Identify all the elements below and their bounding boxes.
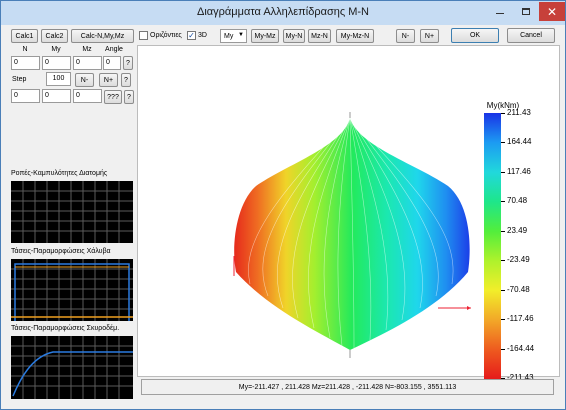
moment-curvature-title: Ροπές-Καμπυλότητες Διατομής xyxy=(11,170,108,177)
steel-stress-strain-title: Τάσεις-Παραμορφώσεις Χάλυβα xyxy=(11,248,111,255)
steel-stress-strain-curve xyxy=(11,259,133,321)
angle-header: Angle xyxy=(105,46,123,53)
ok-button[interactable]: OK xyxy=(451,28,499,43)
input-help-button[interactable]: ? xyxy=(123,56,133,70)
view-my-mz-button[interactable]: My-Mz xyxy=(251,29,279,43)
colorbar-tick xyxy=(501,348,505,350)
step-input[interactable]: 100 xyxy=(46,72,71,86)
angle-input[interactable]: 0 xyxy=(103,56,121,70)
unknown-help-button[interactable]: ? xyxy=(124,90,134,104)
colorbar-tick xyxy=(501,201,505,203)
status-bar: My=-211.427 , 211.428 Mz=211.428 , -211.… xyxy=(141,379,554,395)
step-minus-button[interactable]: N- xyxy=(75,73,94,87)
my-input[interactable]: 0 xyxy=(42,56,71,70)
colorbar-tick-label: -70.48 xyxy=(507,284,530,294)
colorbar-tick-label: -117.46 xyxy=(507,314,534,324)
step-plus-button[interactable]: N+ xyxy=(99,73,118,87)
colorbar-tick-label: 211.43 xyxy=(507,108,531,117)
step-help-button[interactable]: ? xyxy=(121,73,131,87)
colorbar-tick xyxy=(501,171,505,173)
n-plus-button[interactable]: N+ xyxy=(420,29,439,43)
mz-output-field[interactable]: 0 xyxy=(73,89,102,103)
calc2-button[interactable]: Calc2 xyxy=(41,29,68,43)
colorbar xyxy=(484,113,501,379)
colorbar-tick-label: 164.44 xyxy=(507,137,532,147)
moment-curvature-grid xyxy=(11,181,133,243)
3d-label: 3D xyxy=(198,32,207,39)
window-title: Διαγράμματα Αλληλεπίδρασης M-N xyxy=(197,6,369,18)
unknown-button[interactable]: ??? xyxy=(104,90,122,104)
cancel-button[interactable]: Cancel xyxy=(507,28,555,43)
3d-checkbox[interactable]: ✓ 3D xyxy=(187,31,207,40)
calc1-button[interactable]: Calc1 xyxy=(11,29,38,43)
mz-header: Mz xyxy=(82,46,92,53)
mz-input[interactable]: 0 xyxy=(73,56,102,70)
n-input[interactable]: 0 xyxy=(11,56,40,70)
maximize-button[interactable] xyxy=(513,2,539,21)
n-header: N xyxy=(22,46,28,53)
colorbar-tick xyxy=(501,230,505,232)
axis-select-value: My xyxy=(224,32,234,40)
checkmark-icon: ✓ xyxy=(188,30,195,40)
colorbar-tick-label: 117.46 xyxy=(507,166,531,176)
chevron-down-icon: ▼ xyxy=(238,32,244,38)
interaction-diagram-viewport[interactable]: My(kNm) 211.43 164.44 117.46 70.48 23.49 -23.… xyxy=(137,45,560,382)
my-axis-arrow-icon xyxy=(467,306,471,310)
colorbar-tick xyxy=(501,113,505,114)
colorbar-tick xyxy=(501,319,505,321)
3d-checkbox-box[interactable]: ✓ xyxy=(187,31,196,40)
close-button[interactable]: ✕ xyxy=(539,2,565,21)
colorbar-tick-label: -164.44 xyxy=(507,343,535,353)
my-output-field[interactable]: 0 xyxy=(42,89,71,103)
window: Διαγράμματα Αλληλεπίδρασης M-N ✕ Calc1 C… xyxy=(0,0,566,410)
step-label: Step xyxy=(12,76,27,83)
view-mz-n-button[interactable]: Mz-N xyxy=(308,29,331,43)
title-bar[interactable]: Διαγράμματα Αλληλεπίδρασης M-N ✕ xyxy=(1,1,565,25)
n-output-field[interactable]: 0 xyxy=(11,89,40,103)
colorbar-tick xyxy=(501,260,505,262)
horizontals-label: Οριζόντιες xyxy=(150,32,182,39)
steel-stress-strain-plot xyxy=(11,259,133,321)
concrete-stress-strain-title: Τάσεις-Παραμορφώσεις Σκυροδέμ. xyxy=(11,325,120,332)
colorbar-tick-label: -23.49 xyxy=(507,255,530,265)
horizontals-checkbox-box[interactable] xyxy=(139,31,148,40)
close-icon: ✕ xyxy=(546,4,558,19)
horizontals-checkbox[interactable]: Οριζόντιες xyxy=(139,31,182,40)
dialog-body: Calc1 Calc2 Calc-N,My,Mz Οριζόντιες ✓ 3D… xyxy=(7,25,560,405)
view-my-n-button[interactable]: My-N xyxy=(283,29,305,43)
minimize-button[interactable] xyxy=(487,2,513,21)
surface-body xyxy=(234,118,470,350)
moment-curvature-plot xyxy=(11,181,133,243)
colorbar-tick xyxy=(501,289,505,291)
my-header: My xyxy=(51,46,61,53)
axis-select[interactable]: My ▼ xyxy=(220,29,247,43)
calc-n-my-mz-button[interactable]: Calc-N,My,Mz xyxy=(71,29,134,43)
colorbar-tick-label: 70.48 xyxy=(507,196,528,206)
minimize-icon xyxy=(496,13,504,14)
view-my-mz-n-button[interactable]: My-Mz-N xyxy=(336,29,374,43)
colorbar-tick xyxy=(501,142,505,144)
colorbar-tick-label: 23.49 xyxy=(507,225,528,235)
maximize-icon xyxy=(522,8,530,15)
concrete-stress-strain-plot xyxy=(11,336,133,399)
concrete-stress-strain-curve xyxy=(11,336,133,399)
n-minus-button[interactable]: N- xyxy=(396,29,415,43)
